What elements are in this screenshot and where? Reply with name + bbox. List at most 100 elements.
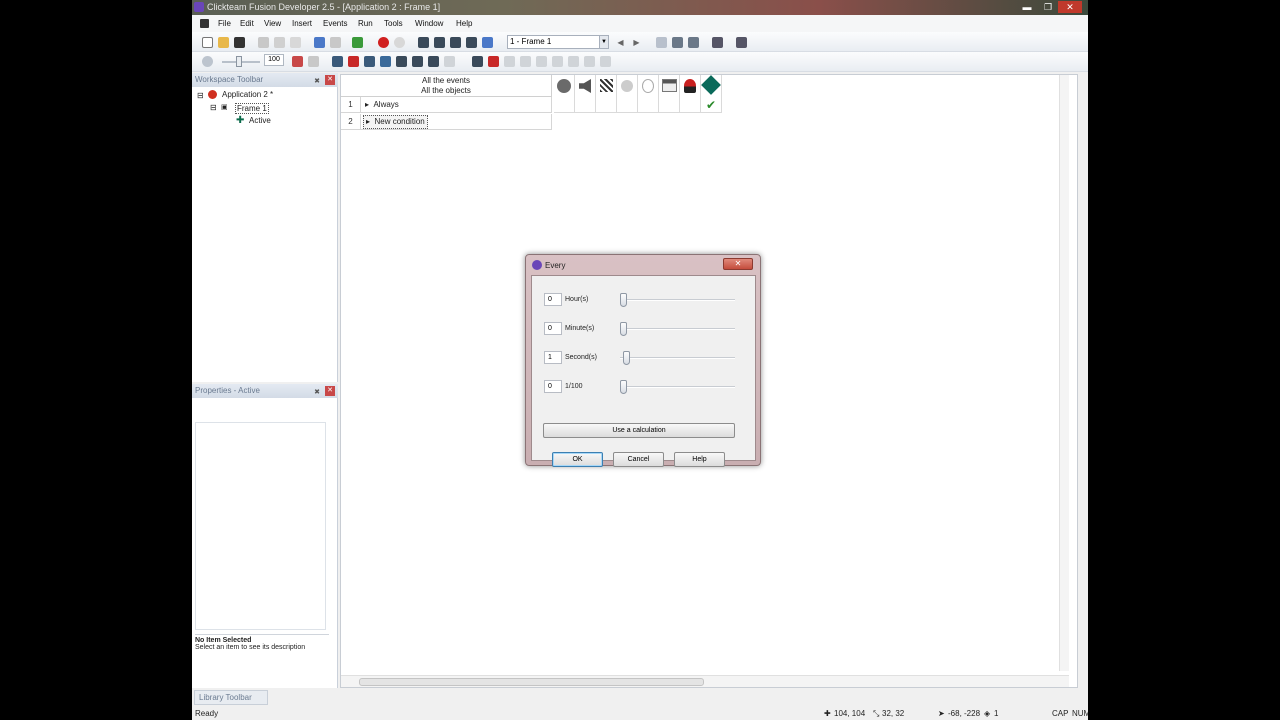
dialog-close-button[interactable]: ✕ bbox=[723, 258, 753, 270]
maximize-button[interactable]: ❐ bbox=[1036, 1, 1060, 13]
ok-button[interactable]: OK bbox=[552, 452, 603, 467]
vertical-scrollbar[interactable] bbox=[1059, 75, 1069, 671]
storyboard-controls-icon[interactable] bbox=[596, 75, 617, 97]
menu-tools[interactable]: Tools bbox=[384, 19, 403, 28]
menu-file[interactable]: File bbox=[218, 19, 231, 28]
insert-object-icon[interactable] bbox=[292, 56, 303, 67]
toggle-display-icon[interactable] bbox=[472, 56, 483, 67]
document-menu-icon[interactable] bbox=[200, 19, 209, 28]
tree-item-frame[interactable]: Frame 1 bbox=[235, 103, 269, 114]
event-list-editor-icon[interactable] bbox=[466, 37, 477, 48]
insert-group-icon[interactable] bbox=[364, 56, 375, 67]
menu-events[interactable]: Events bbox=[323, 19, 347, 28]
event-cell[interactable] bbox=[617, 97, 638, 113]
menu-run[interactable]: Run bbox=[358, 19, 373, 28]
zoom-icon[interactable] bbox=[202, 56, 213, 67]
new-condition[interactable]: ▸ New condition bbox=[363, 115, 428, 129]
tree-expander-icon[interactable]: ⊟ bbox=[210, 103, 217, 112]
active-object-icon[interactable] bbox=[701, 75, 722, 97]
event-editor-icon[interactable] bbox=[450, 37, 461, 48]
event-cell[interactable] bbox=[659, 97, 680, 113]
menu-insert[interactable]: Insert bbox=[292, 19, 312, 28]
cut-icon[interactable] bbox=[258, 37, 269, 48]
hundredths-field[interactable]: 0 bbox=[544, 380, 562, 393]
hundredths-slider[interactable] bbox=[620, 380, 735, 394]
scrollbar-thumb[interactable] bbox=[359, 678, 704, 686]
zoom-frame-icon[interactable] bbox=[656, 37, 667, 48]
tree-item-application[interactable]: Application 2 * bbox=[222, 90, 273, 99]
open-icon[interactable] bbox=[218, 37, 229, 48]
mouse-keyboard-icon[interactable] bbox=[617, 75, 638, 97]
tree-item-active[interactable]: Active bbox=[249, 116, 271, 125]
minutes-slider[interactable] bbox=[620, 322, 735, 336]
event-cell[interactable] bbox=[680, 97, 701, 113]
events-search-icon[interactable] bbox=[412, 56, 423, 67]
menu-edit[interactable]: Edit bbox=[240, 19, 254, 28]
frame-editor-icon[interactable] bbox=[434, 37, 445, 48]
copy-icon[interactable] bbox=[274, 37, 285, 48]
snap-icon[interactable] bbox=[672, 37, 683, 48]
undo-icon[interactable] bbox=[314, 37, 325, 48]
special-conditions-icon[interactable] bbox=[554, 75, 575, 97]
seconds-field[interactable]: 1 bbox=[544, 351, 562, 364]
player-icon[interactable] bbox=[680, 75, 701, 97]
slider-thumb[interactable] bbox=[623, 351, 631, 365]
record-icon[interactable] bbox=[394, 37, 405, 48]
chevron-down-icon[interactable]: ▼ bbox=[599, 36, 608, 48]
previous-frame-icon[interactable]: ◀ bbox=[615, 37, 626, 48]
stop-icon[interactable] bbox=[378, 37, 389, 48]
events-filter-icon[interactable] bbox=[396, 56, 407, 67]
data-elements-icon[interactable] bbox=[482, 37, 493, 48]
menu-help[interactable]: Help bbox=[456, 19, 472, 28]
horizontal-scrollbar[interactable] bbox=[341, 675, 1069, 687]
checkmark-icon[interactable]: ✔ bbox=[701, 97, 722, 113]
sound-icon[interactable] bbox=[575, 75, 596, 97]
help-button[interactable]: Help bbox=[674, 452, 725, 467]
event-row[interactable]: 1 ▸ Always bbox=[341, 97, 552, 113]
frame-select[interactable]: 1 - Frame 1 ▼ bbox=[507, 35, 609, 49]
seconds-slider[interactable] bbox=[620, 351, 735, 365]
grid-settings-icon[interactable] bbox=[600, 56, 611, 67]
properties-icon[interactable] bbox=[308, 56, 319, 67]
next-frame-icon[interactable]: ▶ bbox=[631, 37, 642, 48]
cancel-button[interactable]: Cancel bbox=[613, 452, 664, 467]
event-cell[interactable] bbox=[638, 97, 659, 113]
zoom-slider-thumb[interactable] bbox=[236, 56, 242, 67]
slider-thumb[interactable] bbox=[620, 380, 627, 394]
tile-icon[interactable] bbox=[736, 37, 747, 48]
layers-icon[interactable] bbox=[712, 37, 723, 48]
menu-window[interactable]: Window bbox=[415, 19, 443, 28]
new-event-icon[interactable] bbox=[332, 56, 343, 67]
group-icon[interactable] bbox=[552, 56, 563, 67]
slider-thumb[interactable] bbox=[620, 293, 627, 307]
hours-slider[interactable] bbox=[620, 293, 735, 307]
unlock-icon[interactable] bbox=[584, 56, 595, 67]
order-icon[interactable] bbox=[536, 56, 547, 67]
align-icon[interactable] bbox=[504, 56, 515, 67]
expand-icon[interactable] bbox=[444, 56, 455, 67]
menu-view[interactable]: View bbox=[264, 19, 281, 28]
paste-icon[interactable] bbox=[290, 37, 301, 48]
close-button[interactable]: ✕ bbox=[1058, 1, 1082, 13]
clear-icon[interactable] bbox=[488, 56, 499, 67]
use-calculation-button[interactable]: Use a calculation bbox=[543, 423, 735, 438]
grid-icon[interactable] bbox=[688, 37, 699, 48]
library-toolbar-tab[interactable]: Library Toolbar bbox=[194, 690, 268, 705]
lock-icon[interactable] bbox=[568, 56, 579, 67]
slider-thumb[interactable] bbox=[620, 322, 627, 336]
run-application-icon[interactable] bbox=[352, 37, 363, 48]
bookmark-icon[interactable] bbox=[428, 56, 439, 67]
properties-list[interactable] bbox=[195, 422, 326, 630]
event-cell[interactable] bbox=[596, 97, 617, 113]
close-pane-icon[interactable]: ✕ bbox=[325, 75, 335, 85]
event-row[interactable]: 2 ▸ New condition bbox=[341, 114, 552, 130]
event-cell[interactable] bbox=[575, 97, 596, 113]
storyboard-editor-icon[interactable] bbox=[418, 37, 429, 48]
create-objects-icon[interactable] bbox=[638, 75, 659, 97]
event-condition[interactable]: ▸ Always bbox=[365, 97, 399, 113]
new-icon[interactable] bbox=[202, 37, 213, 48]
close-pane-icon[interactable]: ✕ bbox=[325, 386, 335, 396]
redo-icon[interactable] bbox=[330, 37, 341, 48]
tree-expander-icon[interactable]: ⊟ bbox=[197, 91, 204, 100]
hours-field[interactable]: 0 bbox=[544, 293, 562, 306]
